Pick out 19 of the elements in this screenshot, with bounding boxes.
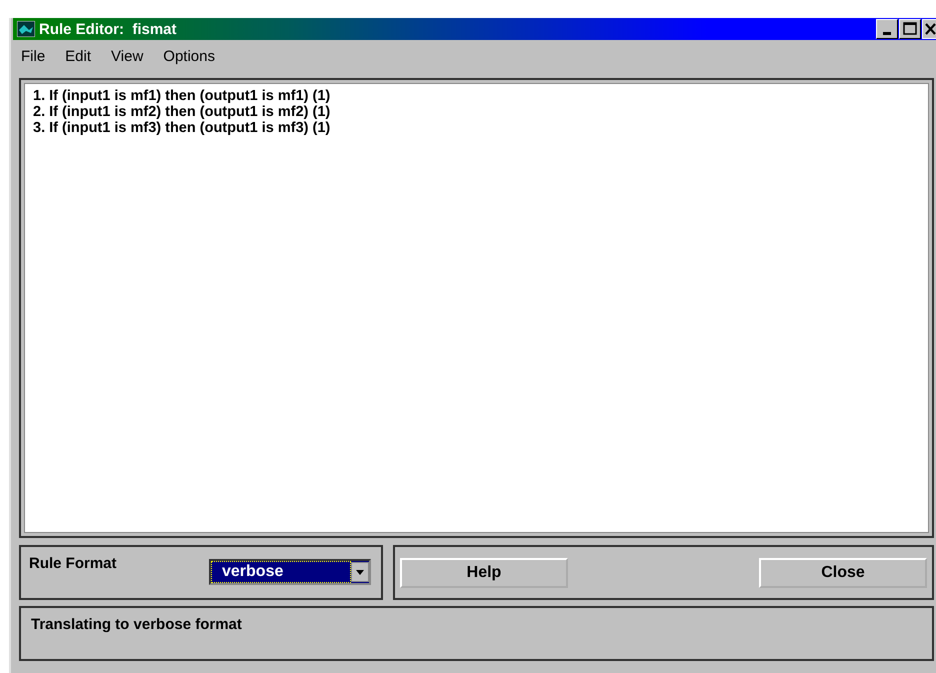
app-icon [17, 21, 35, 37]
rule-list[interactable]: 1. If (input1 is mf1) then (output1 is mf1) (1) 2. If (input1 is mf2) then (output1 is mf2) (1) 3. If (input1 is mf3) then (output1 is mf3) (1) [24, 83, 929, 533]
maximize-icon[interactable] [899, 19, 921, 39]
minimize-icon[interactable] [876, 19, 898, 39]
menu-item[interactable]: Edit [65, 48, 92, 72]
rule-text: 1. If (input1 is mf1) then (output1 is mf1) (1) [33, 88, 332, 104]
caret-icon [351, 562, 369, 582]
help-button[interactable]: Help [400, 558, 568, 588]
window-title: Rule Editor: fismat [39, 20, 177, 38]
status-text: Translating to verbose format [31, 616, 242, 633]
menu-item[interactable]: File [21, 48, 46, 72]
menu-item[interactable]: Options [163, 48, 215, 72]
rule-format-dropdown[interactable]: verbose [209, 559, 371, 585]
rule-format-label: Rule Format [29, 555, 117, 572]
rule-text: 3. If (input1 is mf3) then (output1 is mf3) (1) [33, 120, 332, 136]
close-icon[interactable] [922, 19, 936, 39]
close-button[interactable]: Close [759, 558, 927, 588]
rule-text: 2. If (input1 is mf2) then (output1 is mf2) (1) [33, 104, 332, 120]
menu-item[interactable]: View [111, 48, 144, 72]
